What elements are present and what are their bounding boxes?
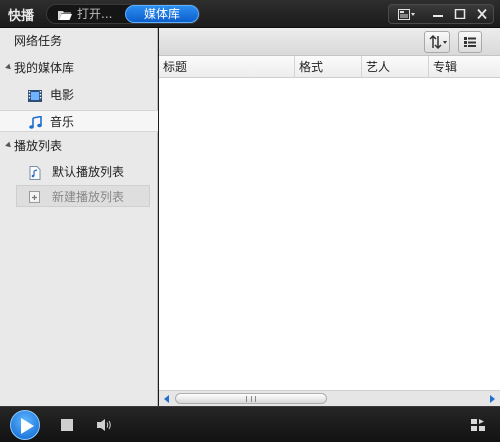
scroll-right-icon[interactable] [486, 393, 498, 405]
layout-menu-button[interactable] [393, 5, 419, 23]
speaker-icon [96, 419, 112, 436]
sidebar: 网络任务 我的媒体库 电影 音乐 播放列表 默认播放列表 新建播放列表 [0, 28, 158, 406]
music-note-icon [28, 115, 42, 129]
grip-icon [246, 396, 256, 402]
playlist-mode-icon [470, 419, 486, 436]
film-icon [28, 88, 42, 102]
sidebar-item-label: 播放列表 [14, 139, 63, 153]
sidebar-group-playlists[interactable]: 播放列表 [0, 135, 158, 157]
app-title: 快播 [8, 9, 35, 24]
stop-button[interactable] [61, 419, 73, 431]
folder-open-icon [57, 8, 73, 26]
playlist-file-icon [28, 165, 42, 180]
sidebar-item-network-tasks[interactable]: 网络任务 [0, 30, 158, 52]
sidebar-item-label: 默认播放列表 [52, 165, 125, 179]
sidebar-item-label: 电影 [50, 88, 75, 102]
scrollbar-thumb[interactable] [175, 393, 327, 404]
sort-button[interactable] [424, 31, 450, 53]
sidebar-item-label: 新建播放列表 [52, 190, 125, 204]
column-header-album[interactable]: 专辑 [429, 56, 500, 78]
sidebar-group-my-library[interactable]: 我的媒体库 [0, 57, 158, 79]
view-mode-button[interactable] [458, 31, 482, 53]
volume-button[interactable] [96, 417, 112, 433]
table-body [159, 79, 500, 390]
scroll-left-icon[interactable] [161, 393, 173, 405]
table-header: 标题 格式 艺人 专辑 [159, 56, 500, 78]
sidebar-item-label: 网络任务 [14, 34, 63, 48]
column-header-artist[interactable]: 艺人 [362, 56, 429, 78]
column-header-title[interactable]: 标题 [159, 56, 295, 78]
sidebar-item-music[interactable]: 音乐 [0, 110, 158, 132]
close-button[interactable] [471, 5, 493, 23]
media-library-panel: 标题 格式 艺人 专辑 [159, 28, 500, 406]
expand-arrow-icon[interactable] [5, 141, 13, 150]
tab-open[interactable]: 打开... [51, 5, 127, 23]
horizontal-scrollbar[interactable] [159, 390, 500, 406]
playback-control-bar [0, 406, 500, 442]
title-bar: 快播 打开... 媒体库 [0, 0, 500, 28]
add-playlist-icon [28, 189, 42, 203]
sidebar-item-default-playlist[interactable]: 默认播放列表 [0, 161, 158, 183]
window-controls [388, 4, 494, 24]
top-tabs: 打开... 媒体库 [46, 4, 200, 24]
expand-arrow-icon[interactable] [5, 63, 13, 72]
playlist-mode-button[interactable] [470, 417, 486, 433]
sidebar-item-label: 我的媒体库 [14, 61, 75, 75]
sidebar-item-new-playlist[interactable]: 新建播放列表 [16, 185, 150, 207]
sidebar-item-movies[interactable]: 电影 [0, 84, 158, 106]
tab-media-library[interactable]: 媒体库 [125, 5, 199, 23]
library-toolbar [159, 28, 500, 56]
tab-open-label: 打开... [77, 7, 113, 21]
sidebar-item-label: 音乐 [50, 115, 75, 129]
maximize-button[interactable] [449, 5, 471, 23]
play-button[interactable] [10, 410, 40, 440]
minimize-button[interactable] [427, 5, 449, 23]
column-header-format[interactable]: 格式 [295, 56, 362, 78]
